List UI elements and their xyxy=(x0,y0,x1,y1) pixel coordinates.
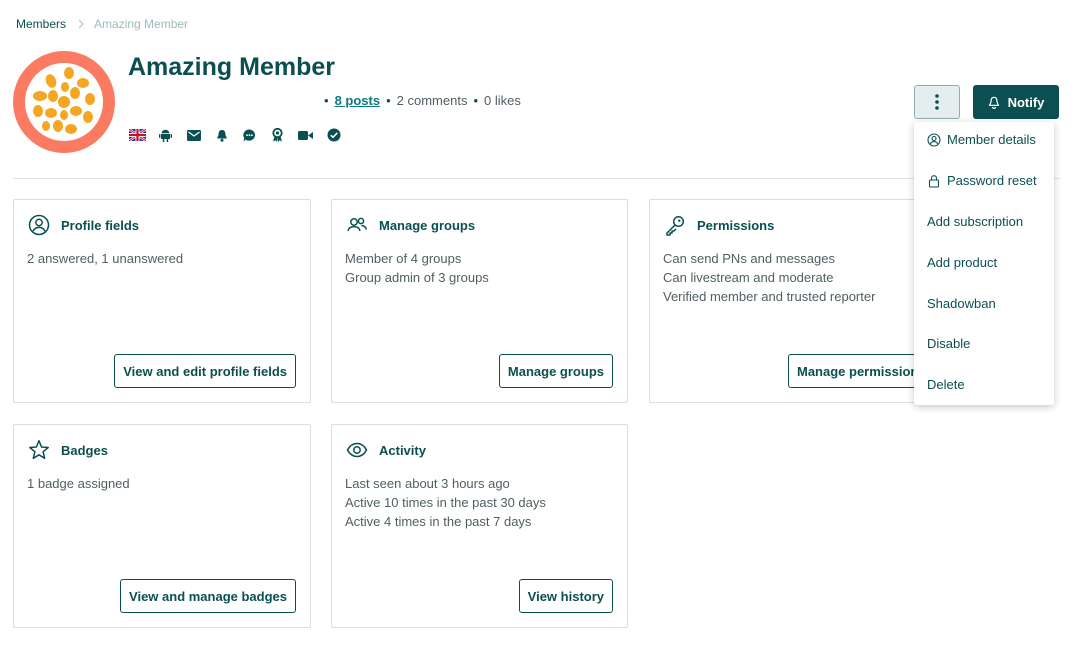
avatar xyxy=(13,51,115,153)
card-body: Member of 4 groups Group admin of 3 grou… xyxy=(345,249,489,287)
video-camera-icon xyxy=(297,128,314,142)
card-line: 1 badge assigned xyxy=(27,476,130,491)
menu-item-label: Delete xyxy=(927,377,965,392)
card-title: Badges xyxy=(61,442,108,458)
card-body: 1 badge assigned xyxy=(27,474,130,493)
card-line: Can send PNs and messages xyxy=(663,251,835,266)
notify-button[interactable]: Notify xyxy=(973,85,1059,119)
notify-label: Notify xyxy=(1007,94,1045,110)
card-line: Verified member and trusted reporter xyxy=(663,289,876,304)
comments-count: 2 comments xyxy=(396,93,468,108)
member-name: Amazing Member xyxy=(128,53,335,81)
menu-item-label: Add product xyxy=(927,255,998,270)
manage-groups-card: Manage groups Member of 4 groups Group a… xyxy=(331,199,628,403)
manage-permissions-button[interactable]: Manage permissions xyxy=(788,354,935,388)
card-line: Can livestream and moderate xyxy=(663,270,834,285)
menu-item-password-reset[interactable]: Password reset xyxy=(927,173,1037,188)
card-line: Last seen about 3 hours ago xyxy=(345,476,510,491)
user-circle-icon xyxy=(28,214,50,236)
breadcrumb-current: Amazing Member xyxy=(94,17,189,31)
card-header: Manage groups xyxy=(346,214,475,236)
activity-card: Activity Last seen about 3 hours ago Act… xyxy=(331,424,628,628)
header-divider xyxy=(13,178,1060,179)
stats-separator: • xyxy=(473,93,479,108)
view-manage-badges-button[interactable]: View and manage badges xyxy=(120,579,296,613)
card-line: Group admin of 3 groups xyxy=(345,270,489,285)
likes-count: 0 likes xyxy=(484,93,521,108)
card-header: Badges xyxy=(28,439,108,461)
menu-item-label: Shadowban xyxy=(927,296,996,311)
card-title: Profile fields xyxy=(61,217,140,233)
posts-link[interactable]: 8 posts xyxy=(335,93,381,108)
user-circle-icon xyxy=(927,132,941,147)
eye-icon xyxy=(346,439,368,461)
more-vertical-icon xyxy=(935,94,939,110)
card-line: Active 10 times in the past 30 days xyxy=(345,495,546,510)
verified-check-icon xyxy=(325,128,342,142)
menu-item-add-subscription[interactable]: Add subscription xyxy=(927,214,1023,229)
key-icon xyxy=(664,214,686,236)
card-header: Permissions xyxy=(664,214,774,236)
uk-flag-icon xyxy=(129,128,146,142)
menu-item-label: Member details xyxy=(947,132,1036,147)
badges-card: Badges 1 badge assigned View and manage … xyxy=(13,424,311,628)
card-title: Manage groups xyxy=(379,217,476,233)
card-line: 2 answered, 1 unanswered xyxy=(27,251,184,266)
card-header: Activity xyxy=(346,439,426,461)
breadcrumb: Members Amazing Member xyxy=(16,17,188,31)
view-edit-profile-fields-button[interactable]: View and edit profile fields xyxy=(114,354,296,388)
card-body: Last seen about 3 hours ago Active 10 ti… xyxy=(345,474,546,531)
menu-item-label: Add subscription xyxy=(927,214,1024,229)
card-body: Can send PNs and messages Can livestream… xyxy=(663,249,875,306)
menu-item-delete[interactable]: Delete xyxy=(927,377,965,392)
card-body: 2 answered, 1 unanswered xyxy=(27,249,183,268)
more-options-menu: Member details Password reset Add subscr… xyxy=(914,122,1054,405)
permissions-card: Permissions Can send PNs and messages Ca… xyxy=(649,199,947,403)
lock-icon xyxy=(927,174,941,188)
menu-item-label: Password reset xyxy=(947,173,1037,188)
view-history-button[interactable]: View history xyxy=(518,579,613,613)
card-title: Activity xyxy=(379,442,426,458)
stats-separator: • xyxy=(386,93,391,108)
card-line: Active 4 times in the past 7 days xyxy=(345,514,532,529)
menu-item-member-details[interactable]: Member details xyxy=(927,132,1036,147)
menu-item-add-product[interactable]: Add product xyxy=(927,255,997,270)
email-icon xyxy=(185,128,202,142)
chat-bubble-icon xyxy=(241,128,258,142)
menu-item-shadowban[interactable]: Shadowban xyxy=(927,296,996,311)
card-header: Profile fields xyxy=(28,214,139,236)
card-title: Permissions xyxy=(697,217,775,233)
profile-fields-card: Profile fields 2 answered, 1 unanswered … xyxy=(13,199,311,403)
bell-icon xyxy=(988,96,1000,109)
member-stats: • 8 posts • 2 comments • 0 likes xyxy=(324,93,521,108)
breadcrumb-members-link[interactable]: Members xyxy=(16,17,66,31)
more-options-button[interactable] xyxy=(914,85,960,119)
stats-separator: • xyxy=(324,93,329,108)
menu-item-label: Disable xyxy=(927,336,971,351)
award-ribbon-icon xyxy=(269,128,286,142)
status-icon-row xyxy=(129,128,342,142)
menu-item-disable[interactable]: Disable xyxy=(927,336,970,351)
card-line: Member of 4 groups xyxy=(345,251,462,266)
manage-groups-button[interactable]: Manage groups xyxy=(498,354,613,388)
star-icon xyxy=(28,439,50,461)
bell-icon xyxy=(213,128,230,142)
android-icon xyxy=(157,128,174,142)
chevron-right-icon xyxy=(78,19,84,29)
users-icon xyxy=(346,214,368,236)
